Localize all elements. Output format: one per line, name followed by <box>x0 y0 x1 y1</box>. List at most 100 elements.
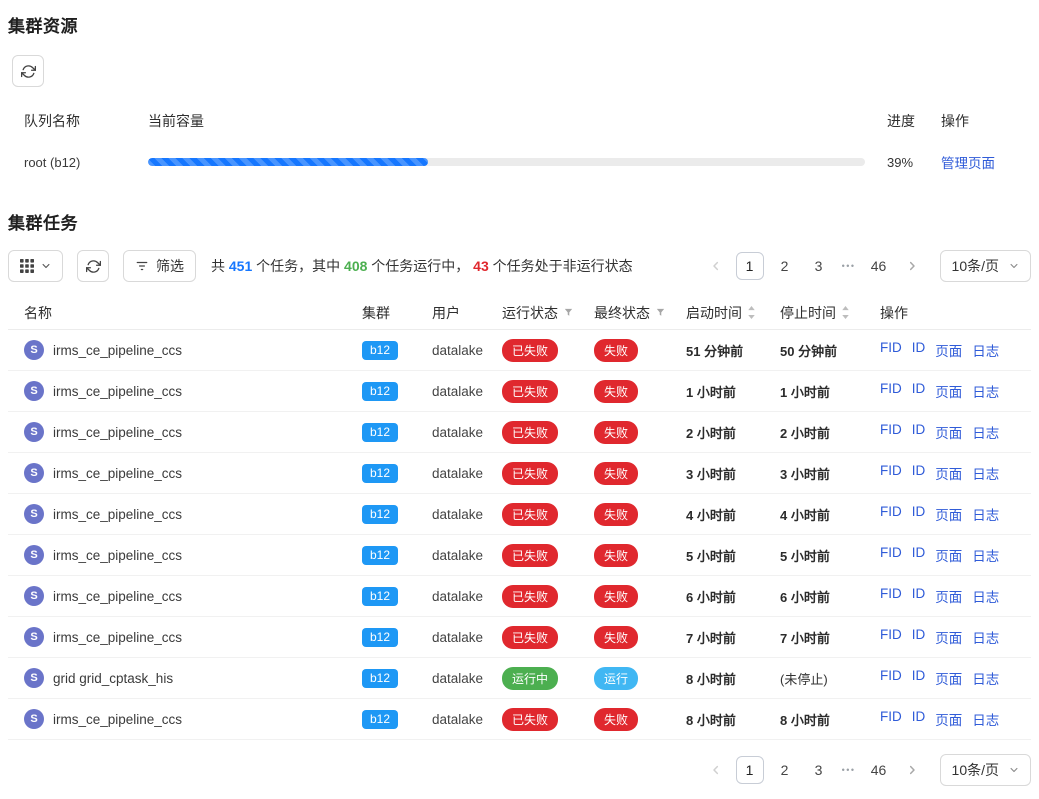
page-link[interactable]: 页面 <box>935 422 962 442</box>
page-link[interactable]: 页面 <box>935 668 962 688</box>
id-link[interactable]: ID <box>912 709 926 729</box>
id-link[interactable]: ID <box>912 463 926 483</box>
cluster-cell: b12 <box>362 423 432 442</box>
log-link[interactable]: 日志 <box>972 627 999 647</box>
page-button-last[interactable]: 46 <box>866 756 892 784</box>
id-link[interactable]: ID <box>912 340 926 360</box>
tasks-actions-header: 操作 <box>880 303 1031 323</box>
page-button-last[interactable]: 46 <box>866 252 892 280</box>
id-link[interactable]: ID <box>912 504 926 524</box>
task-row: S irms_ce_pipeline_ccs b12 datalake 已失败 … <box>8 412 1031 453</box>
user-cell: datalake <box>432 384 502 399</box>
cluster-tasks-section: 集群任务 筛选 共 451 个任务，其中 <box>8 209 1031 786</box>
fid-link[interactable]: FID <box>880 381 902 401</box>
task-avatar: S <box>24 545 44 565</box>
column-settings-button[interactable] <box>8 250 63 282</box>
fid-link[interactable]: FID <box>880 422 902 442</box>
filter-button[interactable]: 筛选 <box>123 250 196 282</box>
manage-page-link[interactable]: 管理页面 <box>941 156 995 171</box>
sort-icon[interactable] <box>747 306 756 319</box>
id-link[interactable]: ID <box>912 586 926 606</box>
page-link[interactable]: 页面 <box>935 709 962 729</box>
sort-icon[interactable] <box>841 306 850 319</box>
log-link[interactable]: 日志 <box>972 422 999 442</box>
task-avatar: S <box>24 586 44 606</box>
page-link[interactable]: 页面 <box>935 381 962 401</box>
fid-link[interactable]: FID <box>880 627 902 647</box>
tasks-refresh-button[interactable] <box>77 250 109 282</box>
cluster-tasks-title: 集群任务 <box>8 209 1031 234</box>
fid-link[interactable]: FID <box>880 709 902 729</box>
log-link[interactable]: 日志 <box>972 586 999 606</box>
pagination-ellipsis[interactable]: ••• <box>840 765 858 775</box>
task-row: S irms_ce_pipeline_ccs b12 datalake 已失败 … <box>8 617 1031 658</box>
final-status-badge: 失败 <box>594 339 638 362</box>
next-page-button[interactable] <box>900 252 924 280</box>
page-button-1[interactable]: 1 <box>736 252 764 280</box>
chevron-right-icon <box>907 765 917 775</box>
log-link[interactable]: 日志 <box>972 668 999 688</box>
cluster-cell: b12 <box>362 382 432 401</box>
next-page-button[interactable] <box>900 756 924 784</box>
id-link[interactable]: ID <box>912 381 926 401</box>
stop-time: 3 小时前 <box>780 464 880 483</box>
stop-time: 2 小时前 <box>780 423 880 442</box>
log-link[interactable]: 日志 <box>972 340 999 360</box>
fid-link[interactable]: FID <box>880 504 902 524</box>
filter-funnel-icon[interactable] <box>563 307 574 318</box>
user-cell: datalake <box>432 712 502 727</box>
page-size-select[interactable]: 10条/页 <box>940 250 1031 282</box>
page-link[interactable]: 页面 <box>935 586 962 606</box>
page-link[interactable]: 页面 <box>935 627 962 647</box>
page-button-2[interactable]: 2 <box>772 252 798 280</box>
page-button-3[interactable]: 3 <box>806 252 832 280</box>
tasks-table-header: 名称 集群 用户 运行状态 最终状态 启动时间 停止时间 <box>8 296 1031 330</box>
pagination-ellipsis[interactable]: ••• <box>840 261 858 271</box>
task-actions-cell: FID ID 页面 日志 <box>880 668 1031 688</box>
page-button-2[interactable]: 2 <box>772 756 798 784</box>
final-status-cell: 失败 <box>594 585 686 608</box>
start-time: 3 小时前 <box>686 464 780 483</box>
id-link[interactable]: ID <box>912 627 926 647</box>
run-status-cell: 运行中 <box>502 667 594 690</box>
log-link[interactable]: 日志 <box>972 504 999 524</box>
page-button-3[interactable]: 3 <box>806 756 832 784</box>
prev-page-button[interactable] <box>704 252 728 280</box>
cluster-cell: b12 <box>362 669 432 688</box>
id-link[interactable]: ID <box>912 545 926 565</box>
name-header: 名称 <box>8 303 362 323</box>
page-link[interactable]: 页面 <box>935 504 962 524</box>
task-actions-cell: FID ID 页面 日志 <box>880 545 1031 565</box>
log-link[interactable]: 日志 <box>972 709 999 729</box>
task-name-cell: S irms_ce_pipeline_ccs <box>8 340 362 360</box>
page-link[interactable]: 页面 <box>935 463 962 483</box>
cluster-cell: b12 <box>362 464 432 483</box>
fid-link[interactable]: FID <box>880 463 902 483</box>
page-size-select[interactable]: 10条/页 <box>940 754 1031 786</box>
page-link[interactable]: 页面 <box>935 340 962 360</box>
page-link[interactable]: 页面 <box>935 545 962 565</box>
fid-link[interactable]: FID <box>880 668 902 688</box>
actions-header-label: 操作 <box>880 303 908 323</box>
id-link[interactable]: ID <box>912 668 926 688</box>
fid-link[interactable]: FID <box>880 586 902 606</box>
final-status-cell: 失败 <box>594 544 686 567</box>
start-time: 8 小时前 <box>686 669 780 688</box>
prev-page-button[interactable] <box>704 756 728 784</box>
capacity-progress-bar <box>148 158 865 166</box>
final-status-header: 最终状态 <box>594 303 686 323</box>
filter-funnel-icon[interactable] <box>655 307 666 318</box>
page-button-1[interactable]: 1 <box>736 756 764 784</box>
final-status-badge: 失败 <box>594 544 638 567</box>
log-link[interactable]: 日志 <box>972 381 999 401</box>
task-name-cell: S irms_ce_pipeline_ccs <box>8 504 362 524</box>
start-time-header-label: 启动时间 <box>686 303 742 323</box>
resources-refresh-button[interactable] <box>12 55 44 87</box>
id-link[interactable]: ID <box>912 422 926 442</box>
progress-percent: 39% <box>881 155 933 170</box>
fid-link[interactable]: FID <box>880 340 902 360</box>
log-link[interactable]: 日志 <box>972 463 999 483</box>
task-name-cell: S grid grid_cptask_his <box>8 668 362 688</box>
fid-link[interactable]: FID <box>880 545 902 565</box>
log-link[interactable]: 日志 <box>972 545 999 565</box>
